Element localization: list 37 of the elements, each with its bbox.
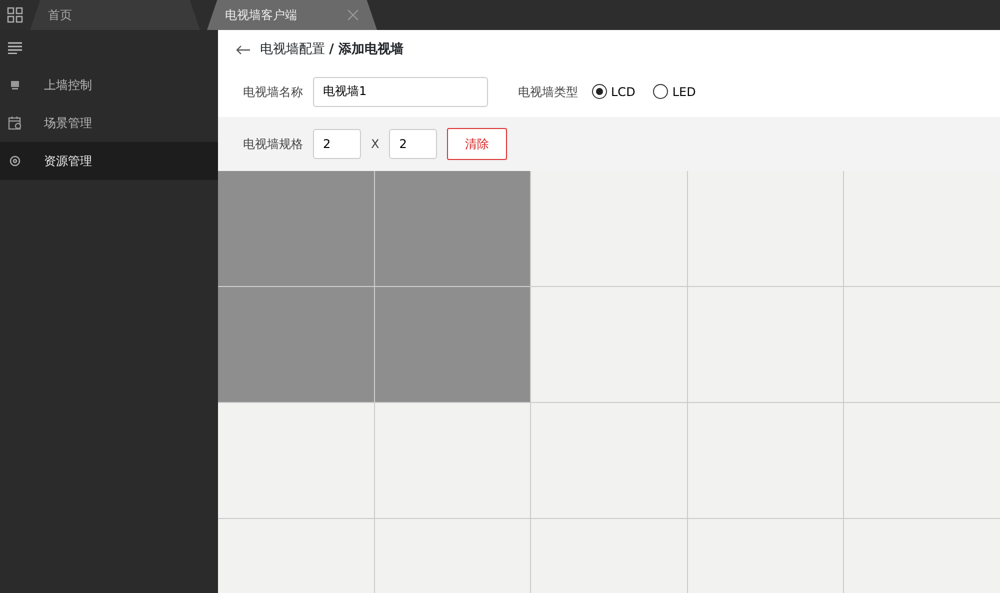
radio-option[interactable]: LED	[649, 82, 700, 100]
tab[interactable]: 电视墙客户端	[207, 0, 377, 30]
screen-tile[interactable]	[688, 402, 844, 518]
monitor-icon	[8, 79, 22, 91]
back-arrow-icon[interactable]	[236, 44, 250, 55]
clear-button[interactable]: 清除	[447, 128, 508, 160]
screen-tile[interactable]	[218, 402, 374, 518]
field-label: 电视墙类型	[518, 84, 578, 100]
gear-icon	[8, 155, 22, 167]
tab[interactable]: 首页	[30, 0, 200, 30]
sidebar-item[interactable]: 场景管理	[0, 104, 218, 142]
times-sign: X	[371, 136, 380, 152]
screen-tile[interactable]	[218, 170, 374, 286]
screen-tile[interactable]	[688, 286, 844, 402]
screen-tile[interactable]	[218, 286, 374, 402]
field-label: 电视墙规格	[243, 136, 303, 152]
name-input[interactable]: 电视墙1	[313, 76, 488, 106]
screen-tile[interactable]	[844, 402, 1000, 518]
breadcrumb: 电视墙配置 / 添加电视墙	[260, 41, 404, 59]
calendar-icon	[8, 116, 22, 130]
screen-tile[interactable]	[844, 286, 1000, 402]
screen-tile[interactable]	[374, 286, 530, 402]
radio-option[interactable]: LCD	[588, 82, 640, 100]
screen-tile[interactable]	[531, 402, 687, 518]
sidebar-item[interactable]: 资源管理	[0, 142, 218, 180]
field-label: 电视墙名称	[243, 84, 303, 100]
menu-icon[interactable]	[8, 42, 22, 54]
screen-tile[interactable]	[531, 286, 687, 402]
screen-tile[interactable]	[844, 170, 1000, 286]
close-icon[interactable]	[347, 9, 359, 21]
screen-tile[interactable]	[374, 170, 530, 286]
cols-input[interactable]: 2	[389, 128, 438, 158]
screen-tile[interactable]	[531, 170, 687, 286]
rows-input[interactable]: 2	[313, 128, 361, 158]
screen-tile[interactable]	[374, 402, 530, 518]
sidebar-item[interactable]: 上墙控制	[0, 66, 218, 104]
screen-tile[interactable]	[688, 170, 844, 286]
